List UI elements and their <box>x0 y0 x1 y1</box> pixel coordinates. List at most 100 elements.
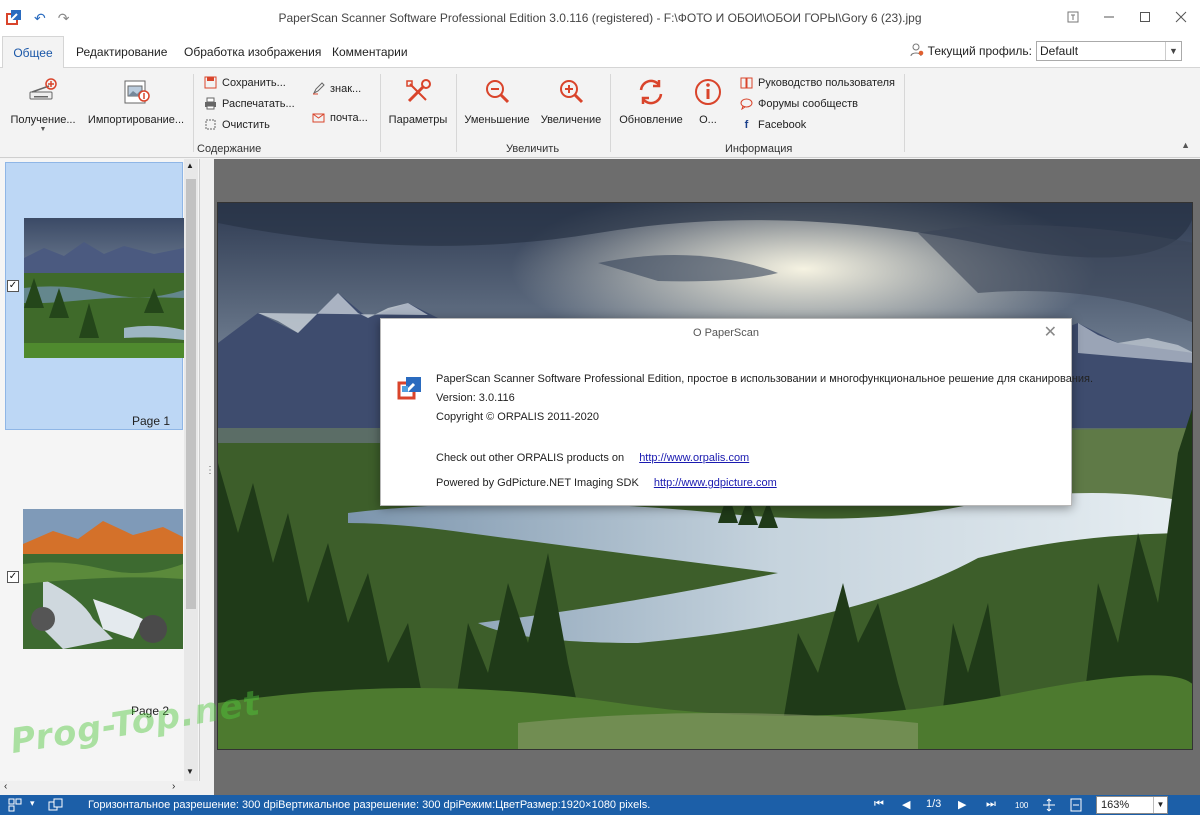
maximize-button[interactable] <box>1134 6 1156 28</box>
redo-icon[interactable]: ↷ <box>58 10 70 27</box>
scroll-down-icon[interactable]: ▼ <box>186 767 194 776</box>
tab-image-processing[interactable]: Обработка изображения <box>184 36 321 68</box>
thumbnails-panel: Page 1 ✓ Page 2 ✓ ▲ ▼ ‹ › <box>0 159 200 795</box>
title-bar: ↶ ↷ PaperScan Scanner Software Professio… <box>0 0 1200 36</box>
gdpicture-link[interactable]: http://www.gdpicture.com <box>654 477 777 489</box>
save-button[interactable]: Сохранить... <box>204 76 286 89</box>
tab-general[interactable]: Общее <box>2 36 64 69</box>
fit-width-icon[interactable] <box>1070 798 1082 815</box>
app-logo-icon <box>6 9 22 28</box>
last-page-icon[interactable]: ⏭ <box>986 798 996 811</box>
update-button[interactable]: Обновление <box>616 76 686 126</box>
chevron-down-icon[interactable]: ▾ <box>30 798 35 809</box>
next-page-icon[interactable]: ▶ <box>958 798 966 811</box>
fit-page-icon[interactable] <box>1042 798 1056 815</box>
acquire-label: Получение... <box>10 114 76 126</box>
paperscan-logo-icon <box>397 375 423 404</box>
thumbnail-page-2[interactable]: Page 2 <box>5 494 183 724</box>
undo-icon[interactable]: ↶ <box>34 10 46 27</box>
previous-page-icon[interactable]: ◀ <box>902 798 910 811</box>
zoom-out-label: Уменьшение <box>464 114 530 126</box>
profile-dropdown[interactable]: Default ▼ <box>1036 41 1182 61</box>
ribbon-separator <box>610 74 611 152</box>
close-button[interactable] <box>1170 6 1192 28</box>
scroll-left-icon[interactable]: ‹ <box>4 781 7 792</box>
user-guide-link[interactable]: Руководство пользователя <box>740 76 895 89</box>
group-label-content: Содержание <box>197 143 262 155</box>
products-text: Check out other ORPALIS products on <box>436 452 625 464</box>
window-title: PaperScan Scanner Software Professional … <box>278 11 922 25</box>
info-icon <box>692 76 724 108</box>
zoom-in-label: Увеличение <box>540 114 602 126</box>
thumbnail-page-1[interactable]: Page 1 <box>5 162 184 430</box>
forums-label: Форумы сообществ <box>758 97 858 110</box>
printer-icon <box>204 97 217 110</box>
dialog-products-row: Check out other ORPALIS products on http… <box>436 452 749 464</box>
thumbnails-view-icon[interactable] <box>8 798 22 815</box>
settings-label: Параметры <box>388 114 448 126</box>
ribbon-separator <box>456 74 457 152</box>
save-icon <box>204 76 217 89</box>
import-button[interactable]: Импортирование... <box>86 76 186 126</box>
powered-text: Powered by GdPicture.NET Imaging SDK <box>436 477 639 489</box>
pin-icon[interactable] <box>1062 6 1084 28</box>
clear-label: Очистить <box>222 118 270 131</box>
window-controls <box>1062 6 1192 28</box>
zoom-dropdown[interactable]: 163% ▼ <box>1096 796 1168 814</box>
panel-splitter[interactable]: ⋮ <box>200 159 215 795</box>
mail-button[interactable]: почта... <box>312 111 368 124</box>
dialog-copyright: Copyright © ORPALIS 2011-2020 <box>436 411 600 423</box>
acquire-button[interactable]: Получение... ▼ <box>8 76 78 133</box>
settings-button[interactable]: Параметры <box>386 76 450 126</box>
collapse-ribbon-icon[interactable]: ▲ <box>1181 140 1190 150</box>
first-page-icon[interactable]: ⏮ <box>874 798 884 811</box>
actual-size-icon[interactable]: 100 <box>1014 798 1030 815</box>
page-2-checkbox[interactable]: ✓ <box>7 571 19 583</box>
print-label: Распечатать... <box>222 97 295 110</box>
zoom-out-icon <box>481 76 513 108</box>
minimize-button[interactable] <box>1098 6 1120 28</box>
thumbnails-vertical-scrollbar[interactable]: ▲ ▼ <box>184 159 198 781</box>
user-guide-label: Руководство пользователя <box>758 76 895 89</box>
about-button[interactable]: О... <box>690 76 726 126</box>
forums-link[interactable]: Форумы сообществ <box>740 97 858 110</box>
tab-editing[interactable]: Редактирование <box>76 36 167 68</box>
clear-icon <box>204 118 217 131</box>
dialog-close-button[interactable]: ✕ <box>1044 325 1057 341</box>
scanner-icon <box>27 76 59 108</box>
facebook-label: Facebook <box>758 118 807 131</box>
dialog-title: О PaperScan <box>692 327 760 339</box>
ribbon-separator <box>380 74 381 152</box>
dialog-powered-row: Powered by GdPicture.NET Imaging SDK htt… <box>436 477 777 489</box>
tab-comments[interactable]: Комментарии <box>332 36 408 68</box>
zoom-out-button[interactable]: Уменьшение <box>462 76 532 126</box>
about-dialog: О PaperScan ✕ PaperScan Scanner Software… <box>380 318 1093 506</box>
ribbon: Получение... ▼ Импортирование... Сохрани… <box>0 68 1200 158</box>
profile-selector: Текущий профиль: Default ▼ <box>910 41 1182 61</box>
status-text: Горизонтальное разрешение: 300 dpiВертик… <box>88 799 651 811</box>
ribbon-separator <box>193 74 194 152</box>
mail-label: почта... <box>330 111 368 124</box>
facebook-link[interactable]: f Facebook <box>740 118 807 131</box>
chevron-down-icon: ▼ <box>39 126 47 133</box>
zoom-in-icon <box>555 76 587 108</box>
page-1-checkbox[interactable]: ✓ <box>7 280 19 292</box>
scrollbar-thumb[interactable] <box>186 179 196 609</box>
orpalis-link[interactable]: http://www.orpalis.com <box>639 452 749 464</box>
mail-icon <box>312 111 325 124</box>
chat-icon <box>740 97 753 110</box>
import-label: Импортирование... <box>87 114 185 126</box>
print-button[interactable]: Распечатать... <box>204 97 295 110</box>
pages-view-icon[interactable] <box>48 798 64 815</box>
scroll-right-icon[interactable]: › <box>172 781 175 792</box>
sign-button[interactable]: знак... <box>312 82 361 95</box>
pen-icon <box>312 82 325 95</box>
clear-button[interactable]: Очистить <box>204 118 270 131</box>
zoom-in-button[interactable]: Увеличение <box>536 76 606 126</box>
dialog-description: PaperScan Scanner Software Professional … <box>436 373 1094 385</box>
chevron-down-icon: ▼ <box>1165 42 1181 60</box>
scroll-up-icon[interactable]: ▲ <box>186 161 194 170</box>
thumbnails-horizontal-scrollbar[interactable]: ‹ › <box>0 781 200 795</box>
ribbon-tabs: Общее Редактирование Обработка изображен… <box>0 36 1200 69</box>
sign-label: знак... <box>330 82 362 95</box>
